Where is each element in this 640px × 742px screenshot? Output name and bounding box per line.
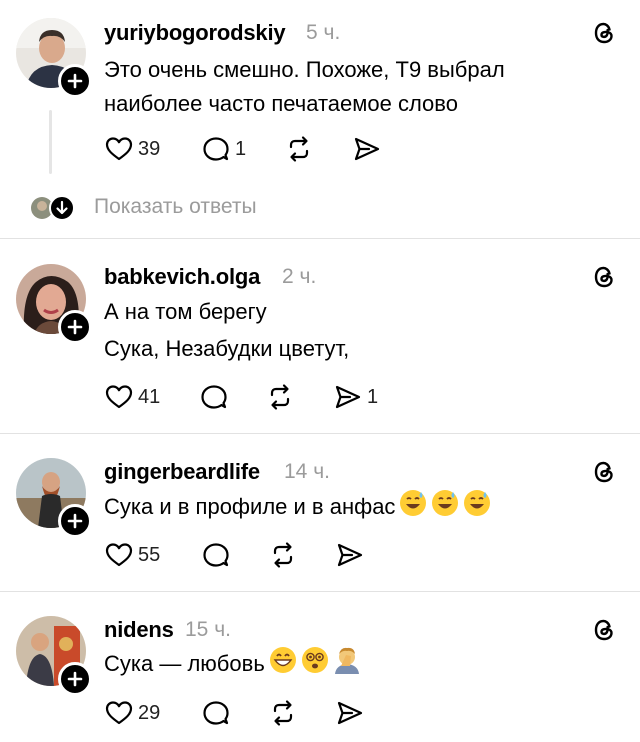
reply-button[interactable]: 1 <box>201 134 246 164</box>
divider <box>0 238 640 239</box>
repost-icon <box>273 700 293 726</box>
show-replies-link[interactable]: Показать ответы <box>94 195 257 219</box>
username[interactable]: nidens <box>104 617 174 643</box>
grin-emoji-icon <box>269 647 296 673</box>
reply-count: 1 <box>235 137 247 160</box>
follow-button[interactable] <box>58 504 92 538</box>
like-count: 29 <box>138 701 161 724</box>
repost-button[interactable] <box>265 382 295 412</box>
heart-icon <box>105 543 133 567</box>
like-count: 41 <box>138 385 161 408</box>
like-button[interactable]: 41 <box>104 382 160 412</box>
show-replies-avatars[interactable] <box>30 195 78 225</box>
plus-icon <box>67 671 83 687</box>
plus-icon <box>67 73 83 89</box>
heart-icon <box>105 137 133 161</box>
post-text: Сука — любовь <box>104 646 361 682</box>
comment-icon <box>203 701 229 725</box>
username[interactable]: yuriybogorodskiy <box>104 20 286 46</box>
threads-icon[interactable] <box>591 20 617 46</box>
sweat-smile-emoji-icon <box>432 490 459 516</box>
comment-icon <box>203 543 229 567</box>
like-count: 39 <box>138 137 161 160</box>
heart-icon <box>105 701 133 725</box>
divider <box>0 433 640 434</box>
reply-button[interactable] <box>201 540 235 570</box>
thread-line <box>49 110 52 174</box>
post-time: 15 ч. <box>185 618 231 641</box>
heart-icon <box>105 385 133 409</box>
share-button[interactable] <box>335 698 369 728</box>
sweat-smile-emoji-icon <box>464 490 491 516</box>
facepalm-emoji-icon <box>334 647 359 674</box>
repost-button[interactable] <box>284 134 314 164</box>
like-count: 55 <box>138 543 161 566</box>
plus-icon <box>67 513 83 529</box>
share-icon <box>337 543 363 567</box>
share-icon <box>354 137 380 161</box>
follow-button[interactable] <box>58 662 92 696</box>
plus-icon <box>67 319 83 335</box>
share-button[interactable] <box>335 540 369 570</box>
repost-icon <box>273 542 293 568</box>
threads-icon[interactable] <box>591 459 617 485</box>
post-time: 2 ч. <box>282 265 317 288</box>
follow-button[interactable] <box>58 310 92 344</box>
post-text-line: наиболее часто печатаемое слово <box>104 91 458 116</box>
threads-icon[interactable] <box>591 264 617 290</box>
reply-button[interactable] <box>199 382 233 412</box>
post-text-line: А на том берегу <box>104 299 267 324</box>
post-text-line: Это очень смешно. Похоже, Т9 выбрал <box>104 57 505 82</box>
username[interactable]: gingerbeardlife <box>104 459 260 485</box>
like-button[interactable]: 39 <box>104 134 160 164</box>
divider <box>0 591 640 592</box>
comment-icon <box>201 385 227 409</box>
dizzy-face-emoji-icon <box>301 647 328 673</box>
post-time: 5 ч. <box>306 21 341 44</box>
repost-button[interactable] <box>268 698 298 728</box>
follow-button[interactable] <box>58 64 92 98</box>
repost-button[interactable] <box>268 540 298 570</box>
comment-icon <box>203 137 229 161</box>
like-button[interactable]: 29 <box>104 698 160 728</box>
repost-icon <box>270 384 290 410</box>
like-button[interactable]: 55 <box>104 540 160 570</box>
reply-button[interactable] <box>201 698 235 728</box>
share-icon <box>337 701 363 725</box>
post-text: Сука и в профиле и в анфас <box>104 489 491 525</box>
share-count: 1 <box>367 385 379 408</box>
share-button[interactable] <box>352 134 386 164</box>
post-text-line: Сука — любовь <box>104 651 265 676</box>
post-text-line: Сука, Незабудки цветут, <box>104 336 350 361</box>
sweat-smile-emoji-icon <box>400 490 427 516</box>
post-time: 14 ч. <box>284 460 330 483</box>
threads-icon[interactable] <box>591 617 617 643</box>
username[interactable]: babkevich.olga <box>104 264 260 290</box>
share-icon <box>335 385 361 409</box>
repost-icon <box>289 136 309 162</box>
share-button[interactable]: 1 <box>333 382 378 412</box>
post-text-line: Сука и в профиле и в анфас <box>104 494 396 519</box>
